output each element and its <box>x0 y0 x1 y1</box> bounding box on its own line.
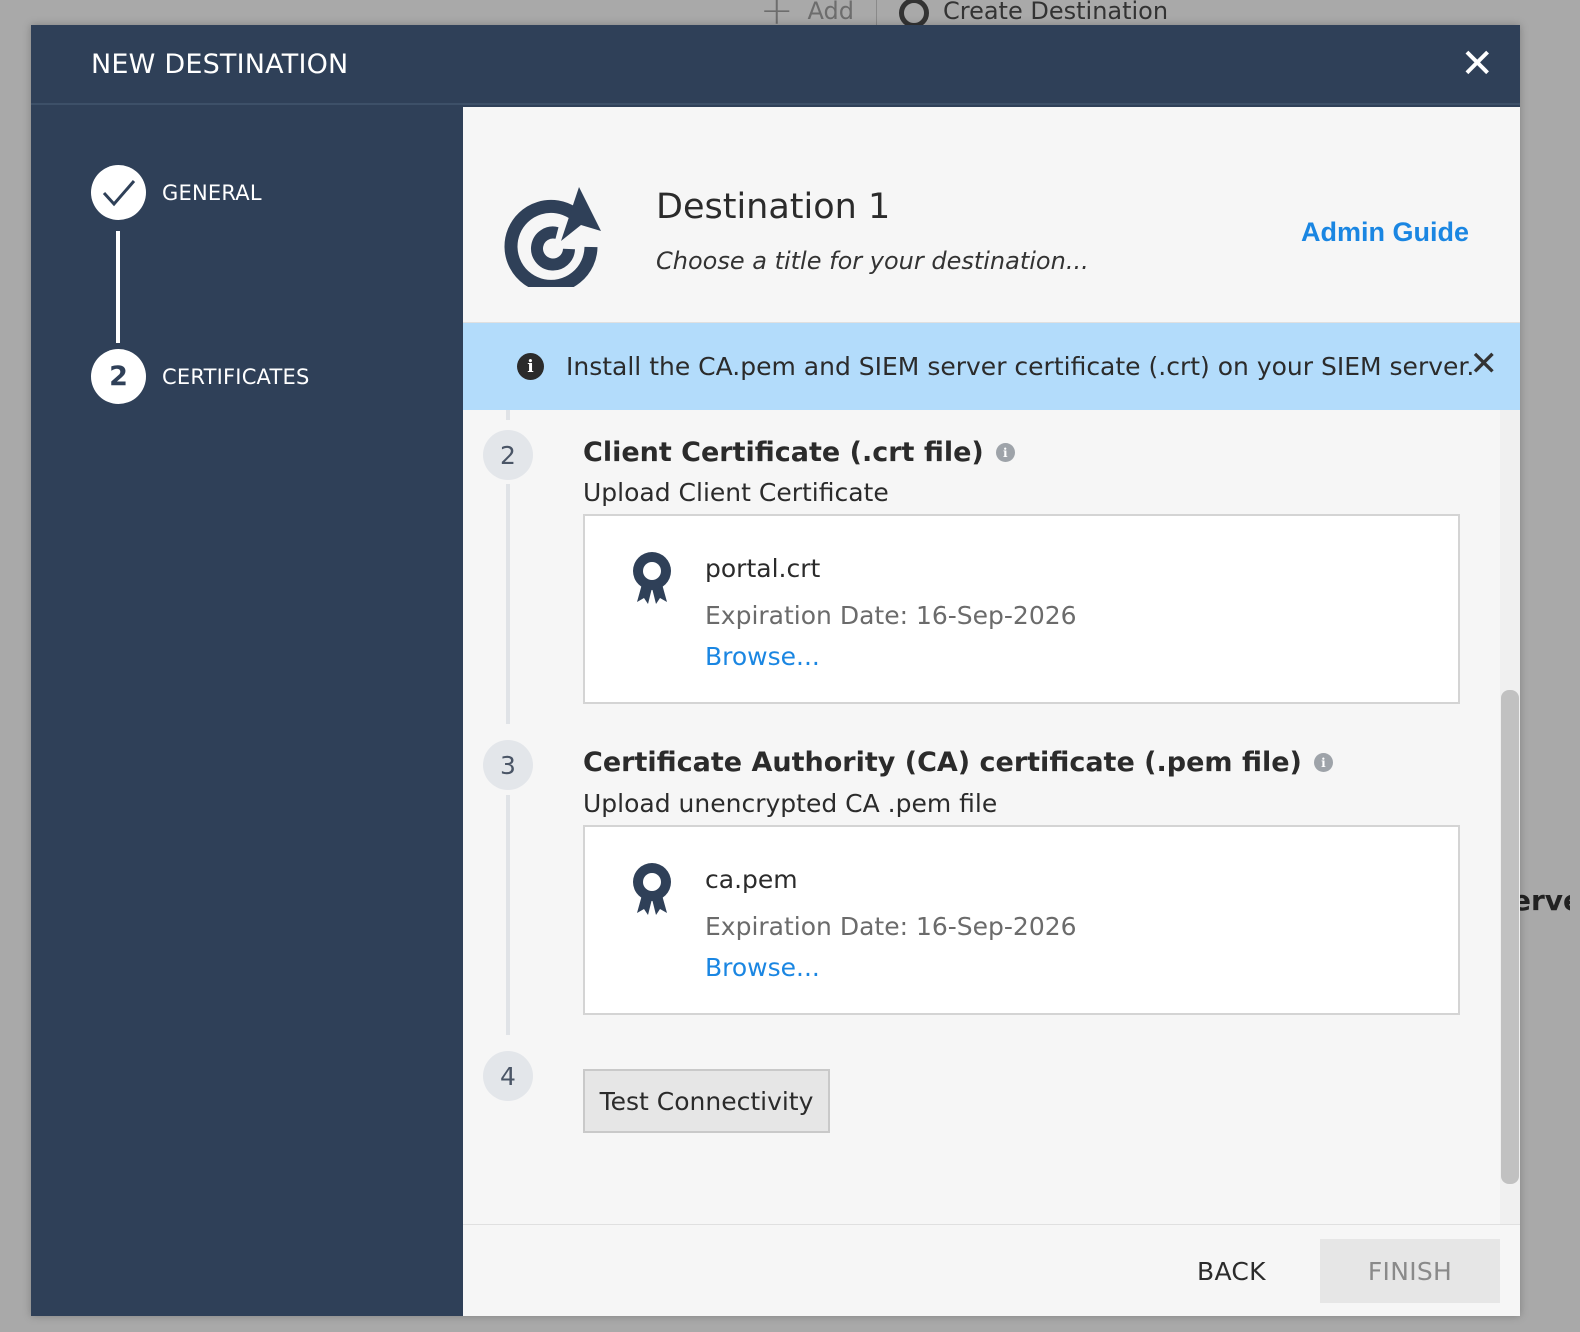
ca-certificate-browse-link[interactable]: Browse... <box>705 953 820 982</box>
wizard-step-general-label: GENERAL <box>162 180 262 205</box>
step-line <box>506 410 510 420</box>
certificates-scroll-area[interactable]: 2 Client Certificate (.crt file) i Uploa… <box>463 410 1520 1226</box>
info-icon[interactable]: i <box>1313 753 1333 772</box>
finish-button[interactable]: FINISH <box>1320 1239 1500 1303</box>
modal-close-icon[interactable]: ✕ <box>1460 44 1494 84</box>
destination-title[interactable]: Destination 1 <box>656 187 890 227</box>
ca-certificate-title: Certificate Authority (CA) certificate (… <box>583 747 1302 778</box>
step-number-badge: 4 <box>483 1051 533 1101</box>
modal-title: NEW DESTINATION <box>91 48 349 80</box>
ca-certificate-heading: Certificate Authority (CA) certificate (… <box>583 747 1333 778</box>
wizard-step-certificates-label: CERTIFICATES <box>162 364 310 389</box>
ca-certificate-file-name: ca.pem <box>705 865 798 894</box>
ca-certificate-subtitle: Upload unencrypted CA .pem file <box>583 789 998 818</box>
info-icon[interactable]: i <box>995 443 1015 462</box>
new-destination-modal: NEW DESTINATION ✕ GENERAL 2 CERTIFICATES <box>31 25 1520 1316</box>
step-line <box>506 795 510 1035</box>
info-icon: i <box>517 353 544 380</box>
admin-guide-link[interactable]: Admin Guide <box>1301 217 1469 248</box>
ca-certificate-upload-box: ca.pem Expiration Date: 16-Sep-2026 Brow… <box>583 825 1460 1015</box>
background-create-destination-button: Create Destination <box>877 0 1168 28</box>
scrollbar-thumb[interactable] <box>1501 690 1519 1184</box>
scrollbar-track[interactable] <box>1500 410 1520 1226</box>
background-add-label: Add <box>807 0 854 25</box>
wizard-content-panel: Destination 1 Choose a title for your de… <box>463 107 1520 1316</box>
wizard-footer: BACK FINISH <box>463 1224 1520 1316</box>
destination-header: Destination 1 Choose a title for your de… <box>463 107 1520 323</box>
modal-header: NEW DESTINATION ✕ <box>31 25 1520 105</box>
info-banner: i Install the CA.pem and SIEM server cer… <box>463 323 1520 410</box>
step-number-badge: 3 <box>483 740 533 790</box>
info-banner-text: Install the CA.pem and SIEM server certi… <box>566 352 1475 381</box>
client-certificate-file-name: portal.crt <box>705 554 821 583</box>
step-number-badge: 2 <box>483 430 533 480</box>
destination-icon <box>898 0 929 28</box>
info-banner-close-icon[interactable]: ✕ <box>1470 347 1499 381</box>
client-certificate-title: Client Certificate (.crt file) <box>583 437 984 468</box>
client-certificate-upload-box: portal.crt Expiration Date: 16-Sep-2026 … <box>583 514 1460 704</box>
client-certificate-expiration: Expiration Date: 16-Sep-2026 <box>705 601 1077 630</box>
wizard-step-certificates[interactable]: 2 CERTIFICATES <box>91 349 310 404</box>
ca-certificate-expiration: Expiration Date: 16-Sep-2026 <box>705 912 1077 941</box>
certificate-ribbon-icon <box>631 550 673 610</box>
wizard-step-connector <box>116 231 120 343</box>
destination-logo-icon <box>501 185 605 293</box>
background-peek-text: erve <box>1512 884 1570 917</box>
wizard-step-number: 2 <box>91 349 146 404</box>
certificate-ribbon-icon <box>631 861 673 921</box>
back-button[interactable]: BACK <box>1197 1257 1266 1286</box>
wizard-step-general[interactable]: GENERAL <box>91 165 262 220</box>
client-certificate-browse-link[interactable]: Browse... <box>705 642 820 671</box>
checkmark-icon <box>91 165 146 220</box>
destination-title-hint: Choose a title for your destination... <box>656 247 1089 275</box>
wizard-sidebar: GENERAL 2 CERTIFICATES <box>31 107 463 1316</box>
step-line <box>506 484 510 724</box>
client-certificate-subtitle: Upload Client Certificate <box>583 478 889 507</box>
background-create-destination-label: Create Destination <box>942 0 1169 25</box>
client-certificate-heading: Client Certificate (.crt file) i <box>583 437 1015 468</box>
test-connectivity-button[interactable]: Test Connectivity <box>583 1069 830 1133</box>
